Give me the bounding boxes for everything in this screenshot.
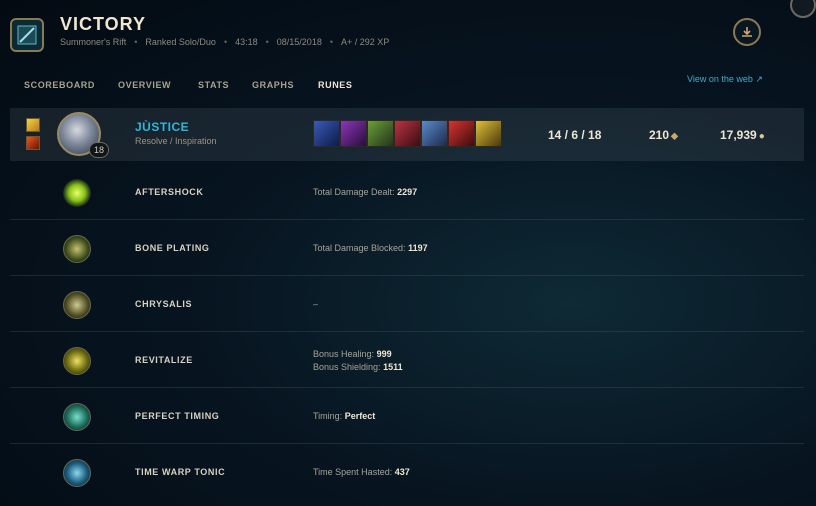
gold-value: 17,939	[720, 128, 757, 142]
rune-name: REVITALIZE	[135, 355, 193, 365]
rune-paths: Resolve / Inspiration	[135, 136, 217, 146]
minion-icon: ⬥	[671, 131, 679, 142]
item-slot-icon	[313, 120, 340, 147]
rune-stat: Time Spent Hasted: 437	[313, 467, 410, 477]
queue-name: Ranked Solo/Duo	[145, 37, 216, 47]
rune-row: AFTERSHOCK Total Damage Dealt: 2297	[10, 165, 804, 220]
chrysalis-rune-icon	[63, 291, 91, 319]
player-row: 18 JÙSTICE Resolve / Inspiration 14 / 6 …	[10, 108, 804, 161]
aftershock-rune-icon	[63, 179, 91, 207]
item-slot-icon	[367, 120, 394, 147]
item-slot-icon	[475, 120, 502, 147]
rift-map-icon	[10, 18, 44, 52]
result-title: VICTORY	[60, 14, 147, 34]
rune-row: CHRYSALIS –	[10, 277, 804, 332]
rune-name: CHRYSALIS	[135, 299, 193, 309]
kda-value: 14 / 6 / 18	[548, 128, 602, 142]
rune-name: AFTERSHOCK	[135, 187, 204, 197]
rune-row: PERFECT TIMING Timing: Perfect	[10, 389, 804, 444]
perfect-timing-rune-icon	[63, 403, 91, 431]
bone-plating-rune-icon	[63, 235, 91, 263]
revitalize-rune-icon	[63, 347, 91, 375]
match-duration: 43:18	[235, 37, 258, 47]
match-meta: Summoner's Rift • Ranked Solo/Duo • 43:1…	[60, 37, 389, 47]
rune-stat: Total Damage Blocked: 1197	[313, 243, 428, 253]
rune-name: PERFECT TIMING	[135, 411, 220, 421]
gold-icon: ●	[758, 131, 765, 142]
grade-xp: A+ / 292 XP	[340, 37, 390, 47]
separator: •	[134, 37, 138, 47]
map-name: Summoner's Rift	[60, 37, 127, 47]
player-name[interactable]: JÙSTICE	[135, 120, 189, 134]
view-on-web-link[interactable]: View on the web ↗	[687, 74, 763, 85]
champion-level: 18	[89, 142, 109, 158]
rune-stat: –	[313, 299, 319, 309]
creep-score: 210 ⬥	[649, 128, 678, 142]
download-button[interactable]	[733, 18, 761, 46]
flash-spell-icon	[26, 118, 40, 132]
close-button[interactable]	[790, 0, 816, 18]
tab-overview[interactable]: OVERVIEW	[118, 80, 171, 90]
gold-earned: 17,939 ●	[720, 128, 765, 142]
rune-stat: Bonus Shielding: 1511	[313, 362, 403, 372]
tab-graphs[interactable]: GRAPHS	[252, 80, 294, 90]
tab-scoreboard[interactable]: SCOREBOARD	[24, 80, 95, 90]
rune-row: TIME WARP TONIC Time Spent Hasted: 437	[10, 445, 804, 500]
separator: •	[265, 37, 269, 47]
rune-name: TIME WARP TONIC	[135, 467, 226, 477]
ignite-spell-icon	[26, 136, 40, 150]
match-header: VICTORY Summoner's Rift • Ranked Solo/Du…	[0, 0, 816, 62]
rune-stat: Total Damage Dealt: 2297	[313, 187, 418, 197]
rune-row: REVITALIZE Bonus Healing: 999 Bonus Shie…	[10, 333, 804, 388]
tab-runes[interactable]: RUNES	[318, 80, 353, 90]
cs-value: 210	[649, 128, 670, 142]
item-slot-icon	[394, 120, 421, 147]
rune-stat: Timing: Perfect	[313, 411, 376, 421]
separator: •	[223, 37, 228, 47]
download-icon	[742, 27, 752, 37]
rune-stat: Bonus Healing: 999	[313, 349, 392, 359]
item-slot-icon	[340, 120, 367, 147]
rune-name: BONE PLATING	[135, 243, 210, 253]
match-date: 08/15/2018	[276, 37, 322, 47]
tab-stats[interactable]: STATS	[198, 80, 229, 90]
rune-row: BONE PLATING Total Damage Blocked: 1197	[10, 221, 804, 276]
separator: •	[329, 37, 333, 47]
tab-bar: SCOREBOARD OVERVIEW STATS GRAPHS RUNES V…	[0, 72, 816, 98]
item-slots	[313, 120, 502, 147]
time-warp-tonic-rune-icon	[63, 459, 91, 487]
item-slot-icon	[421, 120, 448, 147]
item-slot-icon	[448, 120, 475, 147]
